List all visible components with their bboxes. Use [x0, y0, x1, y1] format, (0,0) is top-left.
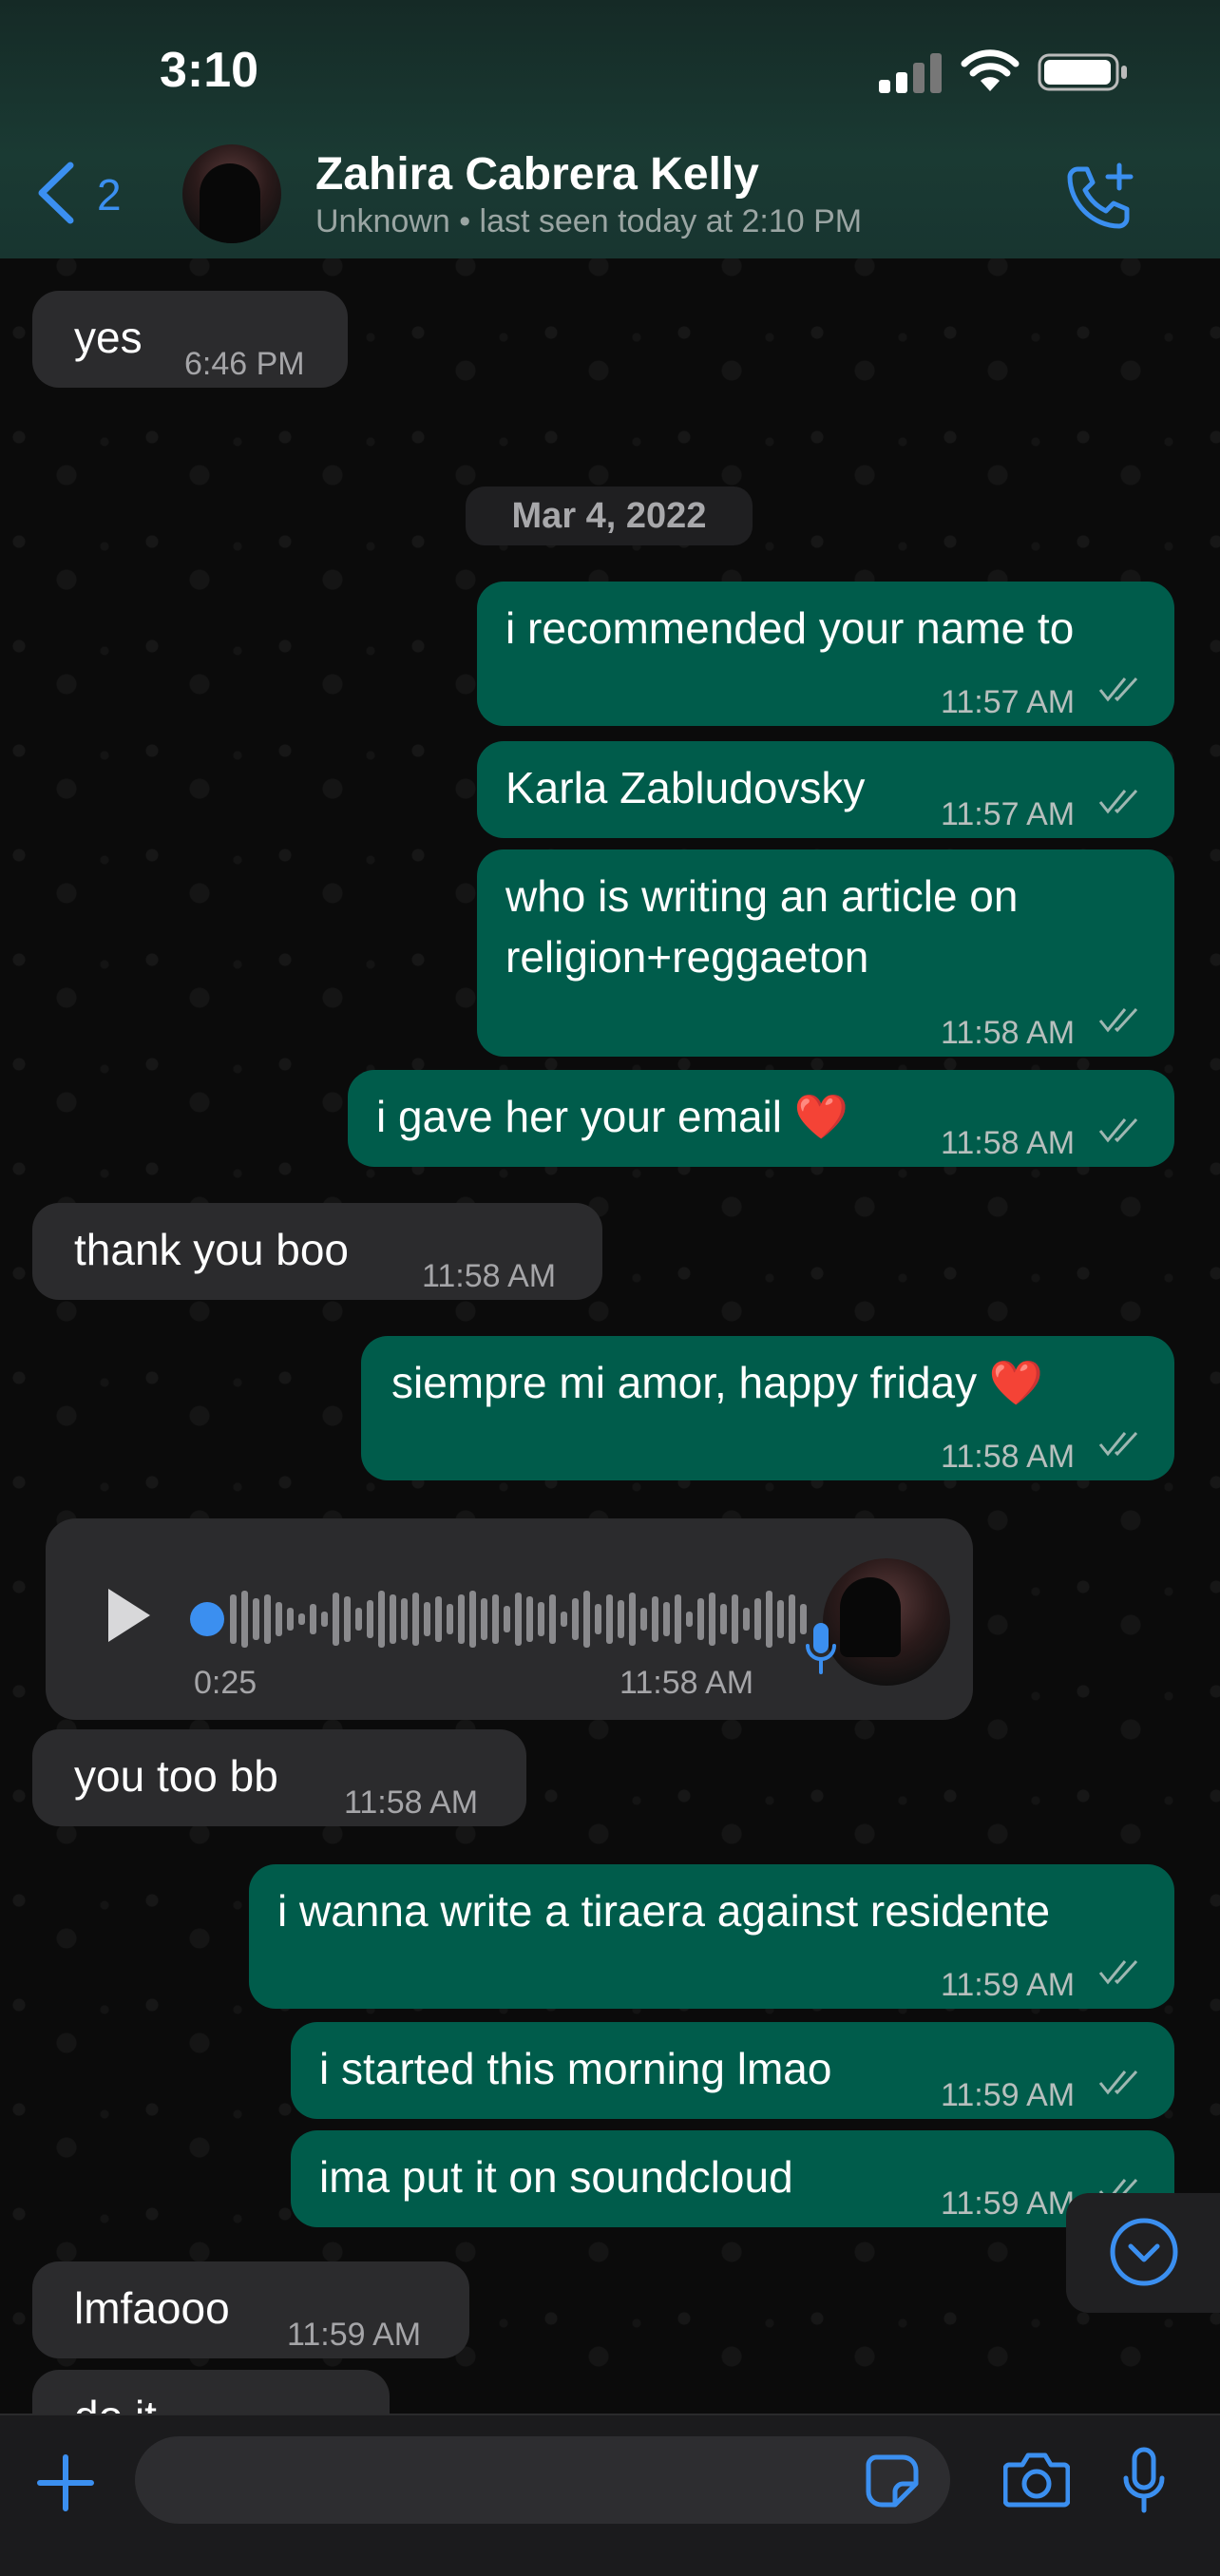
- back-chevron-icon[interactable]: [32, 160, 80, 226]
- read-receipt-icon: [1098, 1117, 1138, 1143]
- message-text-line2: religion+reggaeton: [505, 932, 869, 982]
- microphone-icon: [806, 1623, 836, 1674]
- contact-status: Unknown • last seen today at 2:10 PM: [315, 203, 863, 239]
- playback-scrubber[interactable]: [190, 1602, 224, 1636]
- date-separator: Mar 4, 2022: [466, 487, 753, 545]
- message-time: 11:58 AM: [941, 1015, 1076, 1051]
- message-bubble-outgoing[interactable]: i wanna write a tiraera against resident…: [249, 1864, 1174, 2009]
- waveform[interactable]: [226, 1585, 815, 1653]
- message-text-line1: who is writing an article on: [505, 871, 1019, 921]
- message-time: 11:58 AM: [620, 1665, 754, 1701]
- message-time: 11:59 AM: [941, 2185, 1076, 2222]
- message-time: 11:57 AM: [941, 684, 1076, 720]
- message-text: siempre mi amor, happy friday ❤️: [391, 1358, 1044, 1407]
- message-time: 6:46 PM: [184, 346, 305, 382]
- message-bubble-outgoing[interactable]: ima put it on soundcloud 11:59 AM: [291, 2130, 1174, 2227]
- wifi-icon: [961, 49, 1020, 91]
- message-bubble-incoming[interactable]: thank you boo 11:58 AM: [32, 1203, 602, 1300]
- read-receipt-icon: [1098, 677, 1138, 702]
- read-receipt-icon: [1098, 1959, 1138, 1985]
- message-bubble-outgoing[interactable]: Karla Zabludovsky 11:57 AM: [477, 741, 1174, 838]
- message-time: 11:57 AM: [941, 796, 1076, 832]
- message-text: thank you boo: [74, 1225, 350, 1274]
- message-text: i recommended your name to: [505, 603, 1075, 653]
- sender-avatar: [823, 1558, 950, 1686]
- message-time: 11:58 AM: [344, 1784, 479, 1821]
- message-text: yes: [74, 313, 143, 362]
- message-bubble-outgoing[interactable]: siempre mi amor, happy friday ❤️ 11:58 A…: [361, 1336, 1174, 1480]
- message-time: 11:58 AM: [422, 1258, 557, 1294]
- add-call-icon[interactable]: [1064, 160, 1136, 232]
- message-text: ima put it on soundcloud: [319, 2152, 793, 2202]
- play-icon[interactable]: [105, 1585, 154, 1646]
- read-receipt-icon: [1098, 1007, 1138, 1033]
- read-receipt-icon: [1098, 2070, 1138, 2095]
- message-bubble-incoming[interactable]: yes 6:46 PM: [32, 291, 348, 388]
- message-bubble-incoming[interactable]: lmfaooo 11:59 AM: [32, 2261, 469, 2358]
- unread-count[interactable]: 2: [97, 169, 122, 220]
- battery-icon: [1038, 53, 1127, 91]
- camera-icon[interactable]: [1003, 2450, 1070, 2509]
- message-text: Karla Zabludovsky: [505, 763, 866, 812]
- message-bubble-outgoing[interactable]: i gave her your email ❤️ 11:58 AM: [348, 1070, 1174, 1167]
- cellular-signal-icon: [879, 53, 942, 93]
- message-composer: [0, 2414, 1220, 2576]
- message-input[interactable]: [135, 2436, 950, 2524]
- message-text: i gave her your email ❤️: [376, 1092, 849, 1141]
- plus-icon[interactable]: [36, 2453, 95, 2512]
- message-text: you too bb: [74, 1751, 278, 1801]
- microphone-icon[interactable]: [1121, 2446, 1167, 2514]
- message-text: i wanna write a tiraera against resident…: [277, 1886, 1051, 1936]
- message-text: i started this morning lmao: [319, 2044, 832, 2093]
- read-receipt-icon: [1098, 789, 1138, 814]
- status-time: 3:10: [160, 43, 259, 98]
- sticker-icon[interactable]: [865, 2453, 920, 2509]
- scroll-to-bottom-button[interactable]: [1066, 2193, 1220, 2313]
- read-receipt-icon: [1098, 1431, 1138, 1457]
- contact-avatar[interactable]: [182, 144, 281, 243]
- chevron-down-circle-icon: [1110, 2218, 1178, 2286]
- message-text: lmfaooo: [74, 2283, 230, 2333]
- message-bubble-incoming[interactable]: you too bb 11:58 AM: [32, 1729, 526, 1826]
- voice-message[interactable]: 0:25 11:58 AM: [46, 1518, 973, 1720]
- message-bubble-outgoing[interactable]: who is writing an article on religion+re…: [477, 849, 1174, 1057]
- message-time: 11:59 AM: [941, 2077, 1076, 2113]
- message-time: 11:58 AM: [941, 1439, 1076, 1475]
- message-time: 11:58 AM: [941, 1125, 1076, 1161]
- message-time: 11:59 AM: [287, 2317, 422, 2353]
- message-time: 11:59 AM: [941, 1967, 1076, 2003]
- voice-duration: 0:25: [194, 1665, 257, 1701]
- chat-header: 3:10 2 Zahira Cabrera Kelly Unknown • la…: [0, 0, 1220, 258]
- message-bubble-outgoing[interactable]: i started this morning lmao 11:59 AM: [291, 2022, 1174, 2119]
- message-bubble-outgoing[interactable]: i recommended your name to 11:57 AM: [477, 582, 1174, 726]
- contact-name[interactable]: Zahira Cabrera Kelly: [315, 148, 759, 200]
